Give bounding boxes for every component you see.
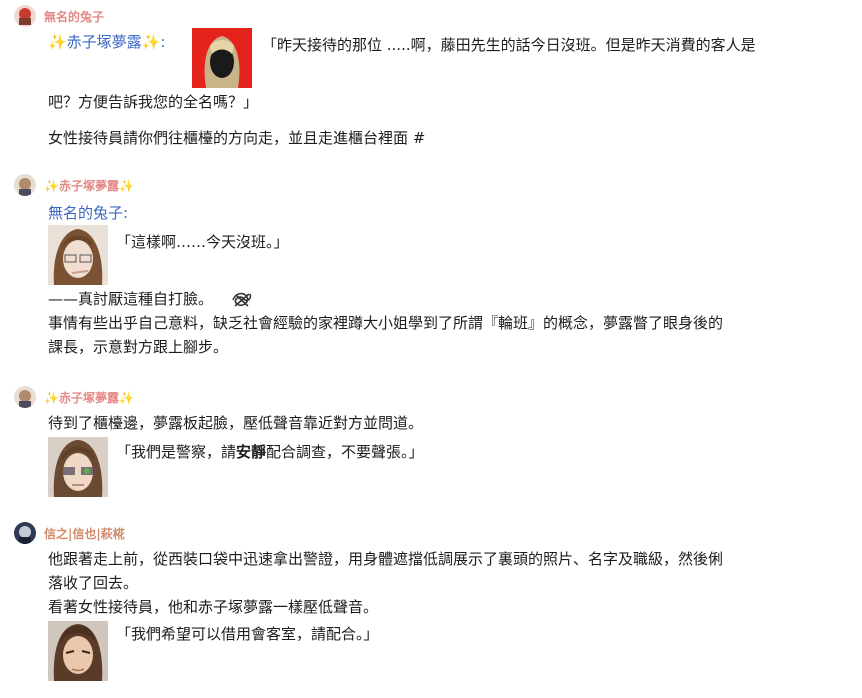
- character-portrait: [48, 437, 108, 497]
- post-header: 信之|信也|萩椛: [14, 521, 125, 545]
- mention-line: ✨赤子塚夢露✨:: [48, 30, 165, 54]
- character-portrait: [48, 225, 108, 285]
- avatar[interactable]: [14, 174, 36, 196]
- character-portrait: [48, 621, 108, 681]
- avatar[interactable]: [14, 522, 36, 544]
- avatar[interactable]: [14, 5, 36, 27]
- narration-text: 女性接待員請你們往櫃檯的方向走，並且走進櫃台裡面 #: [48, 129, 426, 147]
- mention-line: 無名的兔子:: [48, 201, 128, 225]
- narration-text: 落收了回去。: [48, 574, 139, 592]
- mention-link[interactable]: 無名的兔子:: [48, 204, 128, 222]
- post-header: ✨赤子塚夢露✨: [14, 385, 134, 409]
- narration-text: 看著女性接待員，他和赤子塚夢露一樣壓低聲音。: [48, 598, 379, 616]
- post-header: 無名的兔子: [14, 4, 104, 28]
- quote-emphasis: 安靜: [236, 443, 267, 461]
- character-portrait: [192, 28, 252, 88]
- narration-text: 課長，示意對方跟上腳步。: [48, 338, 229, 356]
- author-name[interactable]: ✨赤子塚夢露✨: [44, 389, 134, 406]
- dialogue-quote: 「昨天接待的那位 .....啊，藤田先生的話今日沒班。但是昨天消費的客人是: [262, 36, 756, 54]
- narration-text: 待到了櫃檯邊，夢露板起臉，壓低聲音靠近對方並問道。: [48, 414, 424, 432]
- narration-text: 事情有些出乎自己意料，缺乏社會經驗的家裡蹲大小姐學到了所謂『輪班』的概念，夢露瞥…: [48, 314, 724, 332]
- dialogue-quote: 「我們是警察，請安靜配合調查，不要聲張。」: [116, 441, 424, 463]
- author-name[interactable]: 無名的兔子: [44, 8, 104, 25]
- dialogue-quote: 「這樣啊……今天沒班。」: [116, 233, 289, 251]
- dialogue-quote-continued: 吧？方便告訴我您的全名嗎？」: [48, 93, 259, 111]
- narration-text: ——真討厭這種自打臉。: [48, 287, 254, 311]
- mention-link[interactable]: ✨赤子塚夢露✨:: [48, 33, 165, 51]
- dialogue-quote: 「我們希望可以借用會客室，請配合。」: [116, 625, 379, 643]
- avatar[interactable]: [14, 386, 36, 408]
- author-name[interactable]: ✨赤子塚夢露✨: [44, 177, 134, 194]
- quote-text: 配合調查，不要聲張。」: [266, 443, 424, 461]
- post-header: ✨赤子塚夢露✨: [14, 173, 134, 197]
- author-name[interactable]: 信之|信也|萩椛: [44, 525, 125, 542]
- narration-text: 他跟著走上前，從西裝口袋中迅速拿出警證，用身體遮擋低調展示了裏頭的照片、名字及職…: [48, 550, 724, 568]
- scribble-emoji-icon: [230, 290, 254, 310]
- narration-inline-text: ——真討厭這種自打臉。: [48, 290, 214, 308]
- quote-text: 「我們是警察，請: [116, 443, 237, 461]
